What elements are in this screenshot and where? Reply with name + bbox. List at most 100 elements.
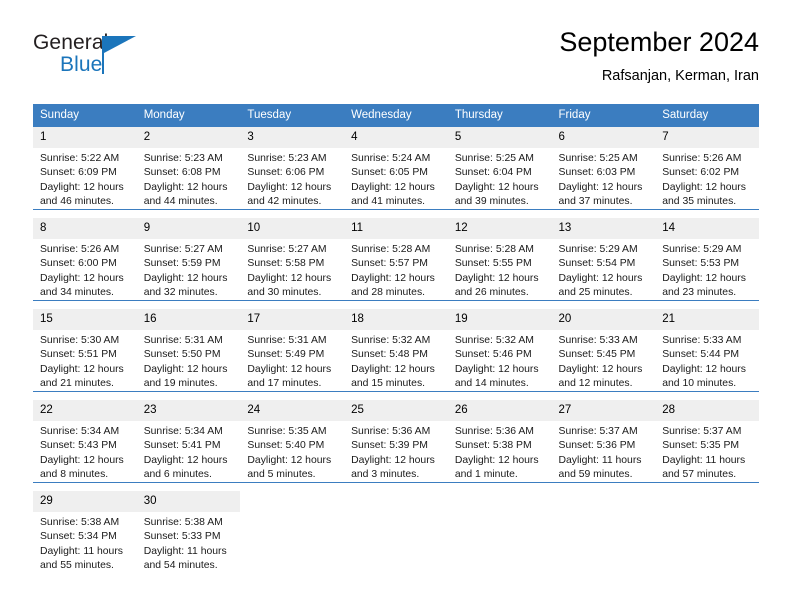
sunrise-text: Sunrise: 5:32 AM: [351, 335, 431, 346]
calendar-page: General Blue September 2024 Rafsanjan, K…: [0, 0, 792, 612]
day-cell-inner: 12 Sunrise: 5:28 AM Sunset: 5:55 PM Dayligh…: [447, 218, 552, 300]
day-cell-inner: 6 Sunrise: 5:25 AM Sunset: 6:03 PM Daylight…: [551, 127, 656, 209]
day-number: 3: [240, 127, 345, 148]
day-number: 23: [136, 400, 241, 421]
week-separator: [33, 300, 759, 309]
calendar-day-cell[interactable]: 13 Sunrise: 5:29 AM Sunset: 5:54 PM Dayligh…: [551, 218, 656, 301]
week-separator-line: [33, 300, 759, 309]
calendar-day-cell[interactable]: 11 Sunrise: 5:28 AM Sunset: 5:57 PM Dayligh…: [344, 218, 448, 301]
calendar-week-row: 15 Sunrise: 5:30 AM Sunset: 5:51 PM Dayligh…: [33, 309, 759, 392]
calendar-day-cell[interactable]: 30 Sunrise: 5:38 AM Sunset: 5:33 PM Dayligh…: [136, 491, 241, 573]
sunset-text: Sunset: 5:43 PM: [40, 440, 117, 452]
day-details: [448, 499, 552, 503]
sunset-text: Sunset: 5:41 PM: [143, 440, 221, 452]
sunset-text: Sunset: 5:39 PM: [351, 440, 428, 452]
calendar-day-cell[interactable]: 7 Sunrise: 5:26 AM Sunset: 6:02 PM Daylight…: [655, 127, 759, 210]
daylight-text-line2: and 10 minutes.: [662, 377, 737, 389]
day-cell-inner: 26 Sunrise: 5:36 AM Sunset: 5:38 PM Dayligh…: [447, 400, 552, 482]
daylight-text-line1: Daylight: 11 hours: [558, 454, 642, 466]
calendar-day-cell[interactable]: 25 Sunrise: 5:36 AM Sunset: 5:39 PM Dayligh…: [344, 400, 448, 483]
daylight-text-line2: and 54 minutes.: [143, 559, 218, 571]
daylight-text-line2: and 15 minutes.: [351, 377, 426, 389]
daylight-text-line1: Daylight: 12 hours: [454, 181, 539, 193]
calendar-day-cell[interactable]: 3 Sunrise: 5:23 AM Sunset: 6:06 PM Daylight…: [240, 127, 345, 210]
day-number: 5: [447, 127, 552, 148]
calendar-empty-cell: [655, 491, 759, 573]
daylight-text-line1: Daylight: 12 hours: [143, 181, 228, 193]
calendar-day-cell[interactable]: 1 Sunrise: 5:22 AM Sunset: 6:09 PM Daylight…: [33, 127, 137, 210]
calendar-day-cell[interactable]: 18 Sunrise: 5:32 AM Sunset: 5:48 PM Dayligh…: [344, 309, 448, 392]
daylight-text-line1: Daylight: 12 hours: [662, 272, 746, 284]
day-details: Sunrise: 5:36 AM Sunset: 5:39 PM Daylight:…: [344, 421, 448, 482]
calendar-day-cell[interactable]: 29 Sunrise: 5:38 AM Sunset: 5:34 PM Dayligh…: [33, 491, 137, 573]
daylight-text-line1: Daylight: 12 hours: [143, 363, 228, 375]
day-details: Sunrise: 5:36 AM Sunset: 5:38 PM Daylight:…: [448, 421, 552, 482]
day-cell-inner: 4 Sunrise: 5:24 AM Sunset: 6:05 PM Daylight…: [344, 127, 448, 209]
sunset-text: Sunset: 6:06 PM: [247, 167, 325, 179]
calendar-week-row: 1 Sunrise: 5:22 AM Sunset: 6:09 PM Daylight…: [33, 127, 759, 210]
daylight-text-line2: and 41 minutes.: [351, 195, 426, 207]
day-details: Sunrise: 5:26 AM Sunset: 6:02 PM Daylight:…: [655, 148, 759, 209]
sunset-text: Sunset: 5:40 PM: [247, 440, 325, 452]
calendar-day-cell[interactable]: 8 Sunrise: 5:26 AM Sunset: 6:00 PM Daylight…: [33, 218, 137, 301]
calendar-day-cell[interactable]: 20 Sunrise: 5:33 AM Sunset: 5:45 PM Dayligh…: [551, 309, 656, 392]
day-cell-inner: 10 Sunrise: 5:27 AM Sunset: 5:58 PM Dayligh…: [240, 218, 345, 300]
day-cell-inner: 21 Sunrise: 5:33 AM Sunset: 5:44 PM Dayligh…: [655, 309, 759, 391]
sunset-text: Sunset: 6:05 PM: [351, 167, 428, 179]
day-details: Sunrise: 5:25 AM Sunset: 6:03 PM Daylight:…: [552, 148, 656, 209]
daylight-text-line1: Daylight: 12 hours: [40, 181, 124, 193]
calendar-week-row: 29 Sunrise: 5:38 AM Sunset: 5:34 PM Dayligh…: [33, 491, 759, 573]
day-cell-inner: 29 Sunrise: 5:38 AM Sunset: 5:34 PM Dayligh…: [33, 491, 137, 573]
daylight-text-line1: Daylight: 12 hours: [247, 454, 332, 466]
sunrise-text: Sunrise: 5:22 AM: [40, 153, 120, 164]
day-number: 9: [136, 218, 241, 239]
day-cell-inner: 24 Sunrise: 5:35 AM Sunset: 5:40 PM Dayligh…: [240, 400, 345, 482]
day-number: 18: [344, 309, 448, 330]
day-cell-inner: 28 Sunrise: 5:37 AM Sunset: 5:35 PM Dayligh…: [655, 400, 759, 482]
calendar-day-cell[interactable]: 6 Sunrise: 5:25 AM Sunset: 6:03 PM Daylight…: [551, 127, 656, 210]
day-cell-inner: 25 Sunrise: 5:36 AM Sunset: 5:39 PM Dayligh…: [344, 400, 448, 482]
calendar-day-cell[interactable]: 2 Sunrise: 5:23 AM Sunset: 6:08 PM Daylight…: [136, 127, 241, 210]
daylight-text-line2: and 14 minutes.: [454, 377, 529, 389]
day-number: 15: [33, 309, 137, 330]
daylight-text-line1: Daylight: 12 hours: [143, 454, 228, 466]
calendar-day-cell[interactable]: 14 Sunrise: 5:29 AM Sunset: 5:53 PM Dayligh…: [655, 218, 759, 301]
day-cell-inner: 30 Sunrise: 5:38 AM Sunset: 5:33 PM Dayligh…: [136, 491, 241, 573]
page-header: General Blue September 2024 Rafsanjan, K…: [0, 26, 792, 96]
calendar-empty-cell: [344, 491, 448, 573]
calendar-day-cell[interactable]: 16 Sunrise: 5:31 AM Sunset: 5:50 PM Dayligh…: [136, 309, 241, 392]
daylight-text-line2: and 39 minutes.: [454, 195, 529, 207]
calendar-day-cell[interactable]: 15 Sunrise: 5:30 AM Sunset: 5:51 PM Dayligh…: [33, 309, 137, 392]
day-number: [344, 491, 448, 499]
day-details: [655, 499, 759, 503]
calendar-day-cell[interactable]: 4 Sunrise: 5:24 AM Sunset: 6:05 PM Daylight…: [344, 127, 448, 210]
calendar-day-cell[interactable]: 5 Sunrise: 5:25 AM Sunset: 6:04 PM Daylight…: [447, 127, 552, 210]
calendar-day-cell[interactable]: 19 Sunrise: 5:32 AM Sunset: 5:46 PM Dayligh…: [447, 309, 552, 392]
daylight-text-line2: and 34 minutes.: [40, 286, 114, 298]
day-details: Sunrise: 5:28 AM Sunset: 5:55 PM Daylight:…: [448, 239, 552, 300]
calendar-day-cell[interactable]: 9 Sunrise: 5:27 AM Sunset: 5:59 PM Daylight…: [136, 218, 241, 301]
daylight-text-line1: Daylight: 12 hours: [454, 272, 539, 284]
week-separator: [33, 209, 759, 218]
calendar-day-cell[interactable]: 22 Sunrise: 5:34 AM Sunset: 5:43 PM Dayligh…: [33, 400, 137, 483]
day-number: 7: [655, 127, 759, 148]
calendar-day-cell[interactable]: 12 Sunrise: 5:28 AM Sunset: 5:55 PM Dayligh…: [447, 218, 552, 301]
day-cell-inner: [344, 491, 448, 573]
calendar-day-cell[interactable]: 26 Sunrise: 5:36 AM Sunset: 5:38 PM Dayligh…: [447, 400, 552, 483]
calendar-day-cell[interactable]: 27 Sunrise: 5:37 AM Sunset: 5:36 PM Dayligh…: [551, 400, 656, 483]
calendar-day-cell[interactable]: 24 Sunrise: 5:35 AM Sunset: 5:40 PM Dayligh…: [240, 400, 345, 483]
sunset-text: Sunset: 6:08 PM: [143, 167, 221, 179]
calendar-day-cell[interactable]: 28 Sunrise: 5:37 AM Sunset: 5:35 PM Dayligh…: [655, 400, 759, 483]
calendar-day-cell[interactable]: 17 Sunrise: 5:31 AM Sunset: 5:49 PM Dayligh…: [240, 309, 345, 392]
calendar-day-cell[interactable]: 10 Sunrise: 5:27 AM Sunset: 5:58 PM Dayligh…: [240, 218, 345, 301]
general-blue-logo[interactable]: General Blue: [33, 26, 153, 82]
sunrise-text: Sunrise: 5:26 AM: [662, 153, 742, 164]
calendar-day-cell[interactable]: 21 Sunrise: 5:33 AM Sunset: 5:44 PM Dayligh…: [655, 309, 759, 392]
sunset-text: Sunset: 6:02 PM: [662, 167, 740, 179]
calendar-day-cell[interactable]: 23 Sunrise: 5:34 AM Sunset: 5:41 PM Dayligh…: [136, 400, 241, 483]
daylight-text-line2: and 17 minutes.: [247, 377, 322, 389]
daylight-text-line2: and 37 minutes.: [558, 195, 633, 207]
sunrise-text: Sunrise: 5:30 AM: [40, 335, 120, 346]
sunrise-text: Sunrise: 5:37 AM: [662, 426, 742, 437]
day-number: 10: [240, 218, 345, 239]
